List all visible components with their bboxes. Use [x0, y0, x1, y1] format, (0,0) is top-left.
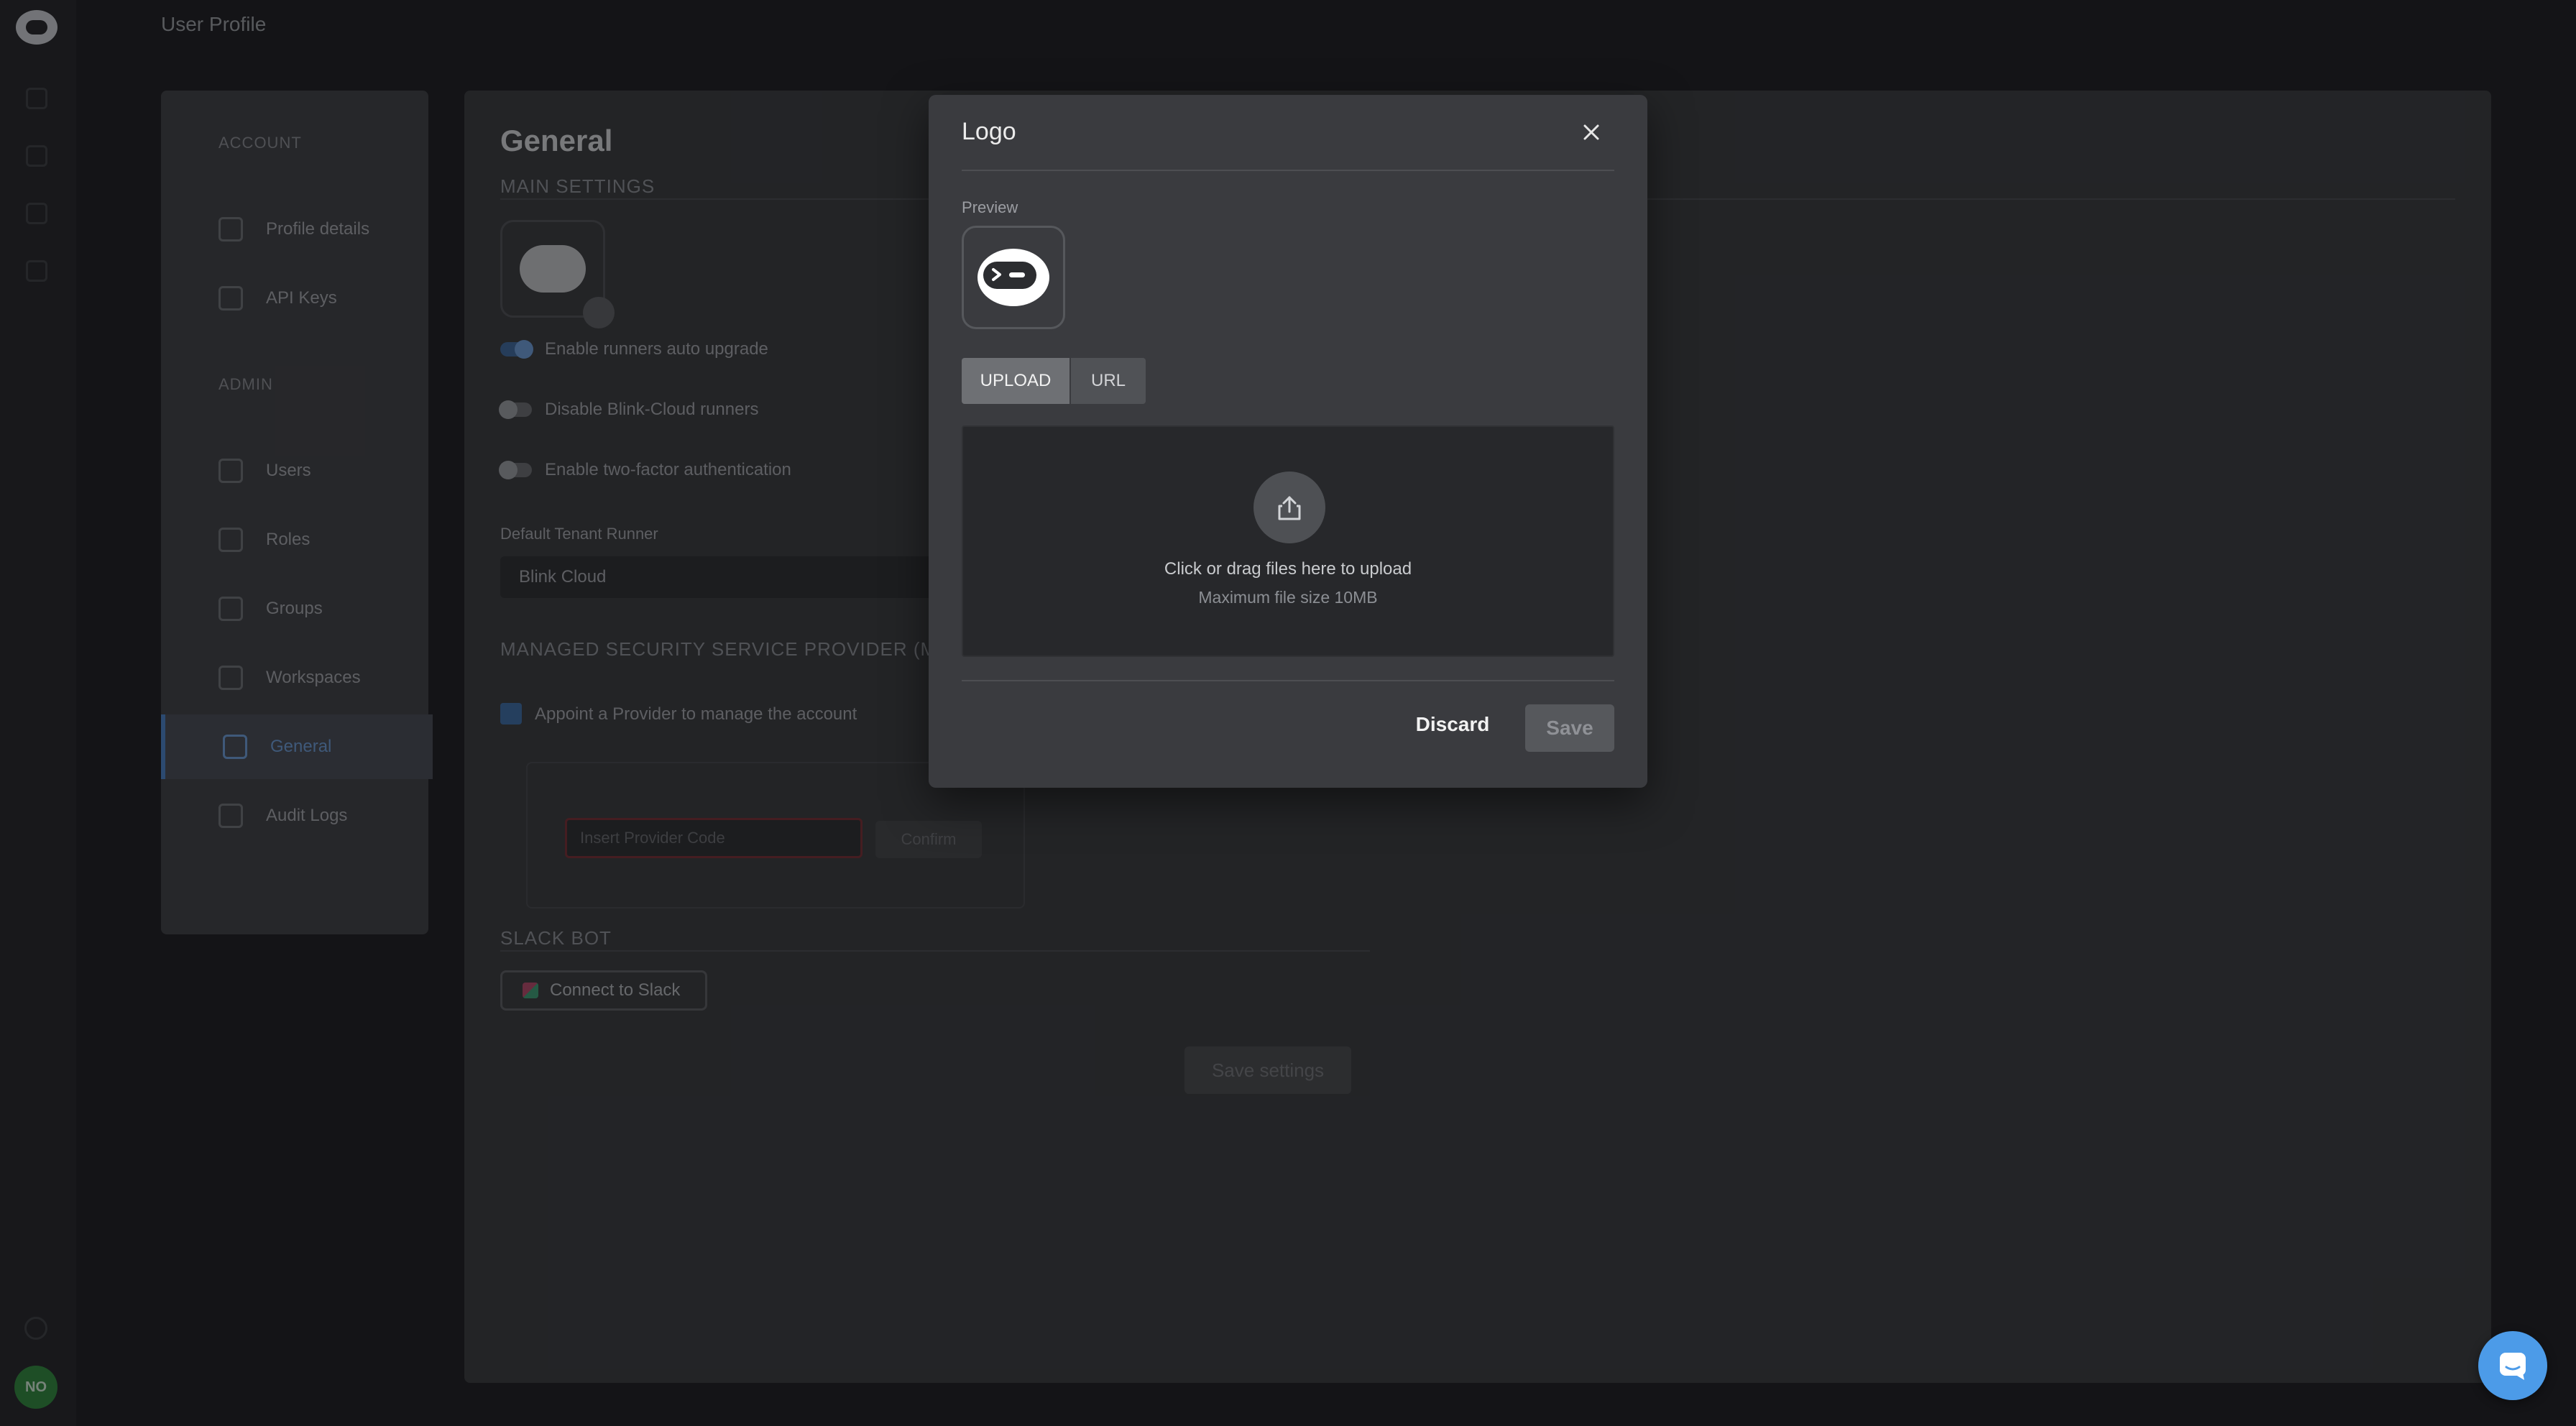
source-tabs: UPLOAD URL [962, 358, 1146, 404]
logo-modal: Logo Preview UPLOAD URL Click or drag fi… [929, 95, 1647, 788]
chat-icon [2500, 1353, 2526, 1380]
upload-icon [1254, 472, 1325, 543]
chat-launcher-button[interactable] [2478, 1331, 2547, 1400]
discard-button[interactable]: Discard [1406, 702, 1499, 748]
modal-divider [962, 680, 1614, 681]
save-button[interactable]: Save [1525, 704, 1614, 752]
tab-url[interactable]: URL [1071, 358, 1146, 404]
close-icon[interactable] [1576, 116, 1607, 148]
upload-dropzone[interactable]: Click or drag files here to upload Maxim… [962, 426, 1614, 657]
logo-preview [962, 226, 1065, 329]
dropzone-size-text: Maximum file size 10MB [1198, 588, 1378, 607]
modal-divider [962, 170, 1614, 171]
modal-title: Logo [962, 118, 1016, 145]
dropzone-primary-text: Click or drag files here to upload [1164, 559, 1412, 579]
bot-logo-icon [978, 249, 1049, 306]
tab-upload[interactable]: UPLOAD [962, 358, 1070, 404]
preview-label: Preview [962, 198, 1018, 216]
